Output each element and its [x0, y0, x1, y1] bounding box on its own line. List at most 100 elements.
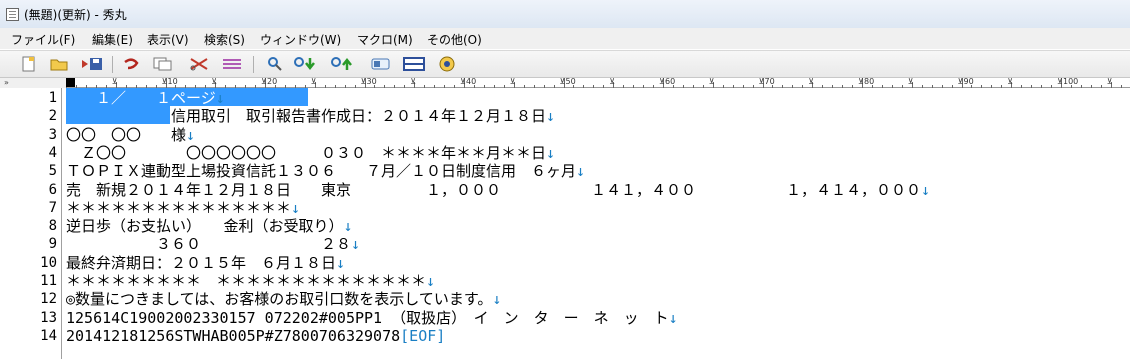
newline-mark: ↓ [492, 290, 502, 309]
tab-stop-mark: ⊻ [509, 77, 516, 86]
tab-stop-mark: ⊻ [659, 77, 665, 86]
macro-icon[interactable] [436, 54, 458, 74]
find-prev-icon[interactable] [330, 54, 352, 74]
tab-stop-mark: ⊻ [161, 77, 168, 86]
ruler-cursor-mark [66, 78, 75, 87]
line-number: 10 [40, 254, 57, 271]
line-number: 14 [40, 327, 57, 344]
tab-stop-mark: ⊻ [410, 77, 417, 86]
line-number-gutter: 1 2 3 4 5 6 7 8 9 10 11 12 13 14 [0, 88, 62, 359]
menu-window[interactable]: ウィンドウ(W) [259, 31, 342, 48]
text-line[interactable]: １／ １ページ↓ [66, 89, 225, 107]
text-line[interactable]: 売 新規２０１４年１２月１８日 東京 １，０００ １４１，４００ １，４１４，０… [66, 181, 930, 199]
text-line[interactable]: 最終弁済期日：２０１５年 ６月１８日↓ [66, 254, 345, 272]
ruler-label: 30 [366, 77, 377, 86]
ruler-label: 90 [963, 77, 974, 86]
tab-stop-mark: ⊻ [957, 77, 964, 86]
grep-icon[interactable] [370, 54, 392, 74]
undo-icon[interactable] [120, 54, 142, 74]
line-number: 13 [40, 309, 57, 326]
find-next-icon[interactable] [293, 54, 315, 74]
find-icon[interactable] [264, 54, 286, 74]
split-window-icon[interactable] [403, 54, 425, 74]
tab-stop-mark: ⊻ [1057, 77, 1063, 86]
line-text: 201412181256STWHAB005P#Z7800706329078 [66, 326, 401, 345]
line-text: ＊＊＊＊＊＊＊＊＊＊＊＊＊＊＊ [66, 198, 292, 217]
text-line[interactable]: Ｚ〇〇 〇〇〇〇〇〇 ０３０ ＊＊＊＊年＊＊月＊＊日↓ [66, 144, 555, 162]
tab-stop-mark: ⊻ [360, 77, 367, 86]
line-number: 5 [48, 163, 57, 180]
newline-mark: ↓ [668, 308, 678, 327]
ruler-label: 20 [267, 77, 278, 86]
app-icon[interactable] [6, 8, 19, 21]
menu-search[interactable]: 検索(S) [203, 31, 246, 48]
line-number: 12 [40, 291, 57, 308]
tab-stop-mark: ⊻ [261, 77, 267, 86]
menu-bar: ファイル(F) 編集(E) 表示(V) 検索(S) ウィンドウ(W) マクロ(M… [0, 28, 1130, 49]
line-text: Ｚ〇〇 〇〇〇〇〇〇 ０３０ ＊＊＊＊年＊＊月＊＊日 [66, 143, 547, 162]
tab-stop-mark: ⊻ [310, 77, 317, 86]
menu-file[interactable]: ファイル(F) [10, 31, 76, 48]
text-line[interactable]: ◎数量につきましては、お客様のお取引口数を表示しています。↓ [66, 290, 501, 308]
menu-macro[interactable]: マクロ(M) [356, 31, 414, 48]
text-line[interactable]: 〇〇 〇〇 様↓ [66, 126, 195, 144]
menu-other[interactable]: その他(O) [426, 31, 483, 48]
text-line[interactable]: ３６０ ２８↓ [66, 235, 360, 253]
line-text: ＊＊＊＊＊＊＊＊＊ ＊＊＊＊＊＊＊＊＊＊＊＊＊＊ [66, 272, 427, 290]
tab-stop-mark: ⊻ [708, 77, 715, 86]
eof-mark: [EOF] [400, 326, 446, 345]
line-text: 逆日歩（お支払い） 金利（お受取り） [66, 217, 344, 236]
text-line[interactable]: 信用取引 取引報告書作成日：２０１４年１２月１８日↓ [66, 107, 555, 125]
tab-stop-mark: ⊻ [609, 77, 616, 86]
newline-mark: ↓ [291, 198, 301, 217]
tab-stop-mark: ⊻ [758, 77, 765, 86]
cut-icon[interactable] [189, 54, 211, 74]
text-line[interactable]: ＊＊＊＊＊＊＊＊＊ ＊＊＊＊＊＊＊＊＊＊＊＊＊＊↓ [66, 272, 435, 290]
text-line[interactable]: 125614C19002002330157 072202#005PP1 （取扱店… [66, 309, 678, 327]
ruler-label: 10 [167, 77, 178, 86]
save-icon[interactable] [82, 54, 104, 74]
newline-mark: ↓ [215, 89, 225, 107]
newline-mark: ↓ [921, 180, 931, 199]
menu-edit[interactable]: 編集(E) [91, 31, 134, 48]
title-bar: (無題)(更新) - 秀丸 [0, 0, 1130, 28]
newline-mark: ↓ [576, 162, 586, 181]
line-text: 売 新規２０１４年１２月１８日 東京 １，０００ １４１，４００ １，４１４，０… [66, 180, 922, 199]
text-line[interactable]: 逆日歩（お支払い） 金利（お受取り）↓ [66, 217, 353, 235]
text-line[interactable]: 201412181256STWHAB005P#Z7800706329078[EO… [66, 327, 445, 345]
tab-stop-mark: ⊻ [808, 77, 815, 86]
line-number: 4 [48, 144, 57, 161]
line-number: 7 [48, 199, 57, 216]
toolbar [0, 50, 1130, 78]
open-folder-icon[interactable] [48, 54, 70, 74]
line-text: ＴＯＰＩＸ連動型上場投資信託１３０６ ７月／１０日制度信用 ６ヶ月 [66, 162, 577, 181]
ruler-label: 50 [565, 77, 576, 86]
line-number: 2 [48, 108, 57, 125]
ruler-scale: 10 20 30 40 50 60 70 80 90 100 ⊻ ⊻ ⊻ ⊻ ⊻ ⊻ ⊻ ⊻ ⊻ ⊻ ⊻ ⊻ ⊻ ⊻ ⊻ ⊻ ⊻ ⊻ ⊻… [66, 78, 1130, 88]
line-text: ３６０ ２８ [66, 235, 352, 254]
line-text: ◎数量につきましては、お客様のお取引口数を表示しています。 [66, 290, 493, 309]
text-area[interactable]: １／ １ページ↓ 信用取引 取引報告書作成日：２０１４年１２月１８日↓ 〇〇 〇〇… [66, 88, 1130, 359]
tab-stop-mark: ⊻ [907, 77, 914, 86]
menu-view[interactable]: 表示(V) [146, 31, 190, 48]
line-number: 3 [48, 126, 57, 143]
line-text: 最終弁済期日：２０１５年 ６月１８日 [66, 253, 337, 272]
newline-mark: ↓ [351, 235, 361, 254]
ruler-label: 100 [1063, 77, 1079, 86]
editor[interactable]: 1 2 3 4 5 6 7 8 9 10 11 12 13 14 １／ １ページ↓ 信用取引 取引報告書作… [0, 88, 1130, 359]
ruler-corner: » [0, 78, 66, 88]
window-title: (無題)(更新) - 秀丸 [24, 8, 127, 22]
ruler-label: 80 [864, 77, 875, 86]
paste-icon[interactable] [221, 54, 243, 74]
copy-icon[interactable] [152, 54, 174, 74]
newline-mark: ↓ [336, 253, 346, 272]
new-file-icon[interactable] [18, 54, 40, 74]
ruler-label: 40 [466, 77, 477, 86]
newline-mark: ↓ [186, 125, 196, 144]
text-line[interactable]: ＴＯＰＩＸ連動型上場投資信託１３０６ ７月／１０日制度信用 ６ヶ月↓ [66, 162, 585, 180]
tab-stop-mark: ⊻ [1106, 77, 1113, 86]
line-number: 11 [40, 273, 57, 289]
line-text: 信用取引 取引報告書作成日：２０１４年１２月１８日 [66, 107, 547, 126]
line-number: 9 [48, 236, 57, 253]
text-line[interactable]: ＊＊＊＊＊＊＊＊＊＊＊＊＊＊＊↓ [66, 199, 300, 217]
